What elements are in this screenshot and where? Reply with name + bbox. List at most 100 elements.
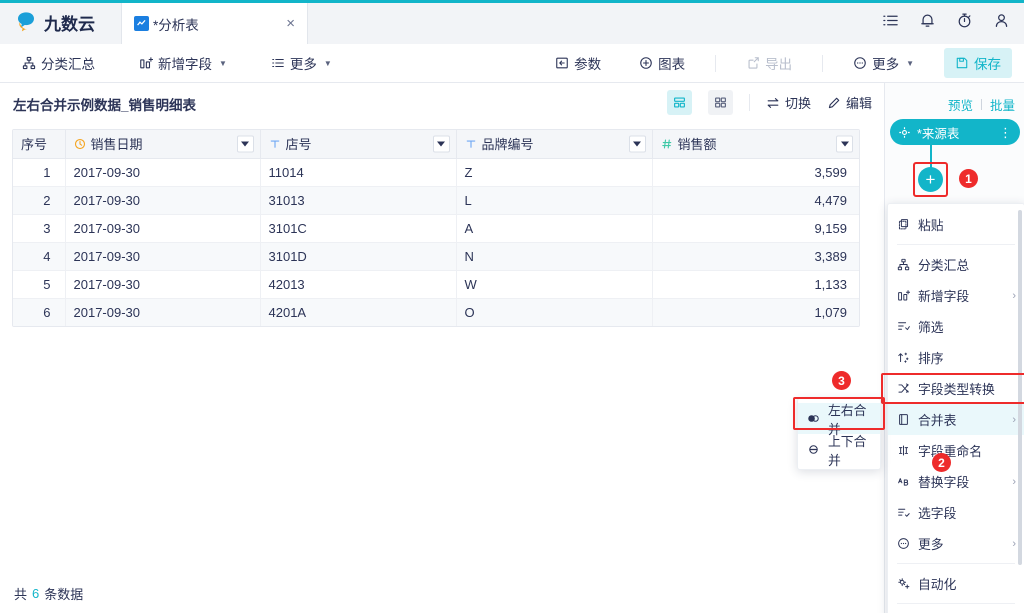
menu-item-11[interactable]: 自动化 xyxy=(888,568,1024,599)
menu-item-0[interactable]: 粘贴 xyxy=(888,209,1024,240)
table-cell: 1 xyxy=(13,158,66,187)
table-row[interactable]: 4 2017-09-30 3101D N 3,389 xyxy=(13,242,859,271)
column-header-sale-date[interactable]: 销售日期 xyxy=(65,130,261,159)
source-node-label: *来源表 xyxy=(917,126,960,141)
menu-item-10[interactable]: 更多 › xyxy=(888,528,1024,559)
group-summary-icon xyxy=(22,56,36,70)
automation-icon xyxy=(897,577,910,590)
table-cell: 4,479 xyxy=(652,186,859,215)
toolbar-parameter-button[interactable]: 参数 xyxy=(547,49,609,77)
sort-icon xyxy=(897,351,910,364)
export-icon xyxy=(746,56,760,70)
sheet-actions: 切换 编辑 xyxy=(666,90,872,115)
toolbar-add-field-button[interactable]: 新增字段 ▼ xyxy=(131,49,235,77)
column-filter-dropdown[interactable] xyxy=(432,135,450,153)
chevron-down-icon: ▼ xyxy=(323,58,332,68)
menu-item-label: 新增字段 xyxy=(918,289,970,304)
column-header-brand-no[interactable]: 品牌编号 xyxy=(456,130,653,159)
menu-divider xyxy=(897,244,1015,245)
logo-mark-icon xyxy=(14,10,38,34)
menu-item-label: 粘贴 xyxy=(918,218,944,233)
card-view-button[interactable] xyxy=(707,90,733,115)
column-label: 销售额 xyxy=(677,137,717,153)
toolbar-item-label: 参数 xyxy=(574,57,602,72)
menu-item-12[interactable]: 图表 xyxy=(888,608,1024,613)
page-title: 左右合并示例数据_销售明细表 xyxy=(13,98,197,113)
table-row[interactable]: 3 2017-09-30 3101C A 9,159 xyxy=(13,214,859,243)
column-header-sales-amount[interactable]: 销售额 xyxy=(652,130,859,159)
column-label: 品牌编号 xyxy=(481,137,534,153)
list-icon[interactable] xyxy=(882,12,899,29)
menu-item-3[interactable]: 筛选 xyxy=(888,311,1024,342)
switch-button[interactable]: 切换 xyxy=(766,93,811,112)
column-header-store-no[interactable]: 店号 xyxy=(260,130,457,159)
table-row[interactable]: 2 2017-09-30 31013 L 4,479 xyxy=(13,186,859,215)
table-cell: 4 xyxy=(13,242,66,271)
paste-icon xyxy=(897,218,910,231)
header-divider xyxy=(980,99,982,110)
toolbar-item-label: 新增字段 xyxy=(158,57,212,72)
menu-item-8[interactable]: 替换字段 › xyxy=(888,466,1024,497)
record-count: 6 xyxy=(32,585,40,601)
source-table-node[interactable]: *来源表 ⋮ xyxy=(890,119,1020,145)
group-summary-icon xyxy=(897,258,910,271)
merge-horizontal-item[interactable]: 左右合并 xyxy=(798,403,880,437)
table-row[interactable]: 5 2017-09-30 42013 W 1,133 xyxy=(13,270,859,299)
edit-button[interactable]: 编辑 xyxy=(827,93,872,112)
document-tab[interactable]: *分析表 × xyxy=(121,3,308,44)
menu-item-9[interactable]: 选字段 xyxy=(888,497,1024,528)
column-filter-dropdown[interactable] xyxy=(836,135,853,153)
step-context-menu: 粘贴分类汇总新增字段 › 筛选排序 字段类型转换 合并表 › 字段重命名 替换字段 › 选字段 更多… xyxy=(887,203,1024,613)
merge-vertical-item[interactable]: 上下合并 xyxy=(798,434,880,468)
add-step-button[interactable]: + xyxy=(918,167,943,192)
toolbar-group-summary-button[interactable]: 分类汇总 xyxy=(14,49,103,77)
menu-item-label: 筛选 xyxy=(918,320,944,335)
table-cell: 2017-09-30 xyxy=(65,186,261,215)
table-cell: 9,159 xyxy=(652,214,859,243)
merge-horizontal-icon xyxy=(807,412,820,425)
table-cell: 3,599 xyxy=(652,158,859,187)
toolbar-chart-button[interactable]: 图表 xyxy=(631,49,693,77)
menu-item-label: 分类汇总 xyxy=(918,258,970,273)
toolbar-export-button[interactable]: 导出 xyxy=(738,49,800,77)
chart-add-icon xyxy=(639,56,653,70)
table-view-button[interactable] xyxy=(666,90,692,115)
table-row[interactable]: 6 2017-09-30 4201A O 1,079 xyxy=(13,298,859,326)
text-type-icon xyxy=(269,138,281,150)
column-filter-dropdown[interactable] xyxy=(628,135,646,153)
app-logo[interactable]: 九数云 xyxy=(14,6,95,38)
save-button[interactable]: 保存 xyxy=(944,48,1012,78)
node-menu-icon[interactable]: ⋮ xyxy=(999,126,1012,139)
menu-item-2[interactable]: 新增字段 › xyxy=(888,280,1024,311)
menu-item-1[interactable]: 分类汇总 xyxy=(888,249,1024,280)
chart-tab-icon xyxy=(134,16,149,31)
sheet-action-label: 编辑 xyxy=(845,96,872,111)
column-header-index[interactable]: 序号 xyxy=(13,130,66,159)
menu-item-6[interactable]: 合并表 › xyxy=(888,404,1024,435)
timer-icon[interactable] xyxy=(956,12,973,29)
table-row[interactable]: 1 2017-09-30 11014 Z 3,599 xyxy=(13,158,859,187)
toolbar-more-options-button[interactable]: 更多 ▼ xyxy=(845,49,922,77)
merge-table-submenu: 左右合并 上下合并 xyxy=(797,398,881,470)
menu-item-7[interactable]: 字段重命名 xyxy=(888,435,1024,466)
toolbar-item-label: 更多 xyxy=(872,57,900,72)
column-filter-dropdown[interactable] xyxy=(236,135,254,153)
menu-item-5[interactable]: 字段类型转换 xyxy=(888,373,1024,404)
save-label: 保存 xyxy=(974,57,1001,72)
table-cell: 31013 xyxy=(260,186,457,215)
user-icon[interactable] xyxy=(993,12,1010,29)
toolbar-more-button[interactable]: 更多 ▼ xyxy=(263,49,340,77)
menu-item-4[interactable]: 排序 xyxy=(888,342,1024,373)
filter-icon xyxy=(897,320,910,333)
close-icon[interactable]: × xyxy=(286,16,295,31)
column-label: 序号 xyxy=(21,137,48,153)
flow-connector xyxy=(930,145,932,169)
toolbar-item-label: 导出 xyxy=(765,57,793,72)
bell-icon[interactable] xyxy=(919,12,936,29)
more-circle-icon xyxy=(897,537,910,550)
menu-scrollbar[interactable] xyxy=(1018,210,1022,565)
table-cell: 3,389 xyxy=(652,242,859,271)
batch-button[interactable]: 批量 xyxy=(990,95,1015,114)
preview-button[interactable]: 预览 xyxy=(948,95,973,114)
column-label: 店号 xyxy=(285,137,312,153)
